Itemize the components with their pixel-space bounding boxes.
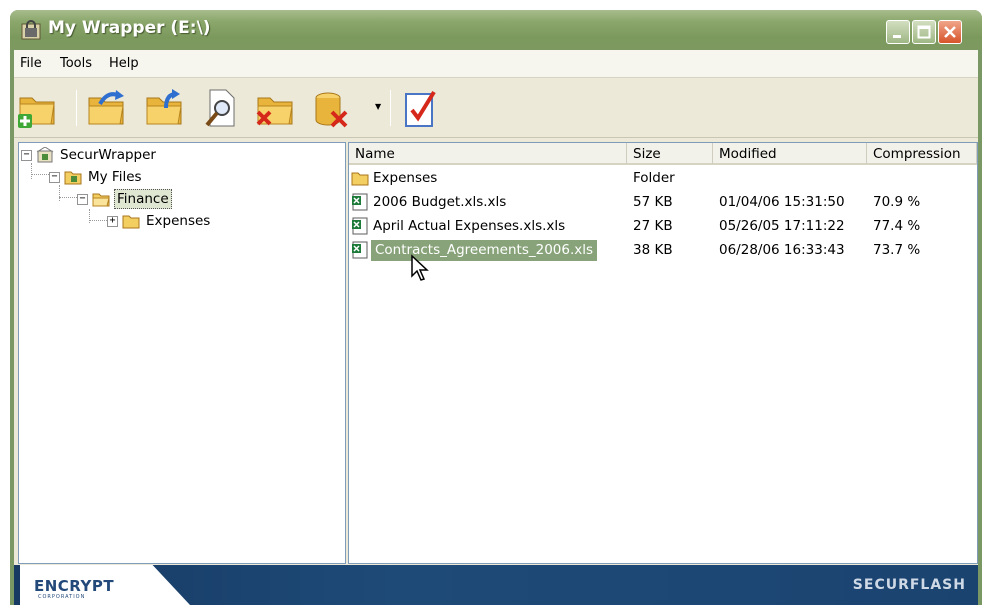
brand-footer: ENCRYPT CORPORATION SECURFLASH bbox=[14, 565, 978, 605]
checklist-button[interactable] bbox=[398, 86, 440, 130]
folder-icon bbox=[122, 215, 140, 229]
list-item[interactable]: 2006 Budget.xls.xls 57 KB 01/04/06 15:31… bbox=[349, 191, 977, 215]
close-icon bbox=[944, 26, 956, 38]
file-name: Expenses bbox=[373, 170, 438, 186]
collapse-icon[interactable]: − bbox=[21, 149, 32, 161]
excel-file-icon bbox=[352, 241, 368, 259]
application-window: My Wrapper (E:\) File Tools Help ▼ − Sec… bbox=[10, 10, 982, 605]
delete-database-icon bbox=[315, 92, 348, 128]
product-brand: SECURFLASH bbox=[852, 577, 966, 593]
file-list[interactable]: Name Size Modified Compression Expenses … bbox=[348, 142, 978, 564]
logo-text: ENCRYPT bbox=[34, 577, 115, 595]
tree-item-my-files[interactable]: − My Files bbox=[49, 167, 144, 187]
toolbar: ▼ bbox=[14, 78, 978, 138]
excel-file-icon bbox=[352, 217, 368, 235]
search-file-button[interactable] bbox=[200, 86, 242, 130]
column-header-modified[interactable]: Modified bbox=[713, 143, 867, 165]
collapse-icon[interactable]: − bbox=[49, 171, 60, 183]
title-bar[interactable]: My Wrapper (E:\) bbox=[10, 10, 982, 50]
tree-item-finance[interactable]: − Finance bbox=[77, 189, 172, 209]
tree-item-label: Finance bbox=[114, 189, 172, 209]
menu-file[interactable]: File bbox=[20, 56, 42, 71]
checklist-icon bbox=[405, 90, 436, 127]
search-file-icon bbox=[205, 89, 235, 127]
dropdown-arrow-icon[interactable]: ▼ bbox=[375, 102, 381, 111]
file-size: Folder bbox=[633, 170, 675, 186]
file-name: 2006 Budget.xls.xls bbox=[373, 194, 507, 210]
tree-item-label: SecurWrapper bbox=[60, 147, 156, 163]
encrypt-logo: ENCRYPT CORPORATION bbox=[20, 565, 190, 605]
tree-item-securwrapper[interactable]: − SecurWrapper bbox=[21, 145, 158, 165]
file-size: 27 KB bbox=[633, 218, 673, 234]
file-compression: 73.7 % bbox=[873, 242, 921, 258]
file-name: April Actual Expenses.xls.xls bbox=[373, 218, 566, 234]
file-modified: 01/04/06 15:31:50 bbox=[719, 194, 845, 210]
minimize-icon bbox=[893, 35, 901, 38]
tree-item-label: My Files bbox=[88, 169, 142, 185]
minimize-button[interactable] bbox=[886, 20, 910, 44]
secure-folder-icon bbox=[64, 171, 82, 185]
file-name: Contracts_Agreements_2006.xls bbox=[371, 240, 598, 261]
window-title: My Wrapper (E:\) bbox=[48, 18, 211, 38]
file-modified: 05/26/05 17:11:22 bbox=[719, 218, 845, 234]
mouse-pointer-icon bbox=[411, 254, 429, 281]
excel-file-icon bbox=[352, 193, 368, 211]
new-folder-add-icon bbox=[18, 97, 55, 128]
delete-database-button[interactable] bbox=[310, 86, 352, 130]
extract-folder-button[interactable] bbox=[144, 86, 186, 130]
wrapper-lock-icon bbox=[21, 20, 41, 40]
delete-folder-button[interactable] bbox=[254, 86, 296, 130]
file-compression: 77.4 % bbox=[873, 218, 921, 234]
close-button[interactable] bbox=[938, 20, 962, 44]
client-area: File Tools Help ▼ − SecurWrapper − My Fi… bbox=[14, 50, 978, 605]
column-header-compression[interactable]: Compression bbox=[867, 143, 977, 165]
maximize-button[interactable] bbox=[912, 20, 936, 44]
secure-home-icon bbox=[36, 147, 54, 163]
open-folder-icon bbox=[92, 193, 110, 207]
folder-tree[interactable]: − SecurWrapper − My Files − Finance + Ex… bbox=[18, 142, 346, 564]
collapse-icon[interactable]: − bbox=[77, 193, 88, 205]
menu-tools[interactable]: Tools bbox=[60, 56, 92, 71]
tree-item-label: Expenses bbox=[146, 213, 211, 229]
open-folder-button[interactable] bbox=[86, 86, 128, 130]
tree-item-expenses[interactable]: + Expenses bbox=[107, 211, 212, 231]
delete-folder-icon bbox=[256, 97, 293, 126]
expand-icon[interactable]: + bbox=[107, 215, 118, 227]
list-item-selected[interactable]: Contracts_Agreements_2006.xls 38 KB 06/2… bbox=[349, 239, 977, 263]
file-modified: 06/28/06 16:33:43 bbox=[719, 242, 845, 258]
open-folder-icon bbox=[88, 90, 124, 125]
maximize-icon bbox=[917, 25, 931, 39]
file-size: 38 KB bbox=[633, 242, 673, 258]
menu-bar: File Tools Help bbox=[14, 50, 978, 78]
column-header-name[interactable]: Name bbox=[349, 143, 627, 165]
folder-icon bbox=[351, 172, 369, 186]
file-compression: 70.9 % bbox=[873, 194, 921, 210]
list-item[interactable]: April Actual Expenses.xls.xls 27 KB 05/2… bbox=[349, 215, 977, 239]
new-folder-button[interactable] bbox=[16, 86, 58, 130]
menu-help[interactable]: Help bbox=[109, 56, 139, 71]
list-item[interactable]: Expenses Folder bbox=[349, 167, 977, 191]
file-size: 57 KB bbox=[633, 194, 673, 210]
extract-folder-icon bbox=[146, 89, 182, 125]
logo-subtext: CORPORATION bbox=[38, 594, 86, 600]
column-header-size[interactable]: Size bbox=[627, 143, 713, 165]
